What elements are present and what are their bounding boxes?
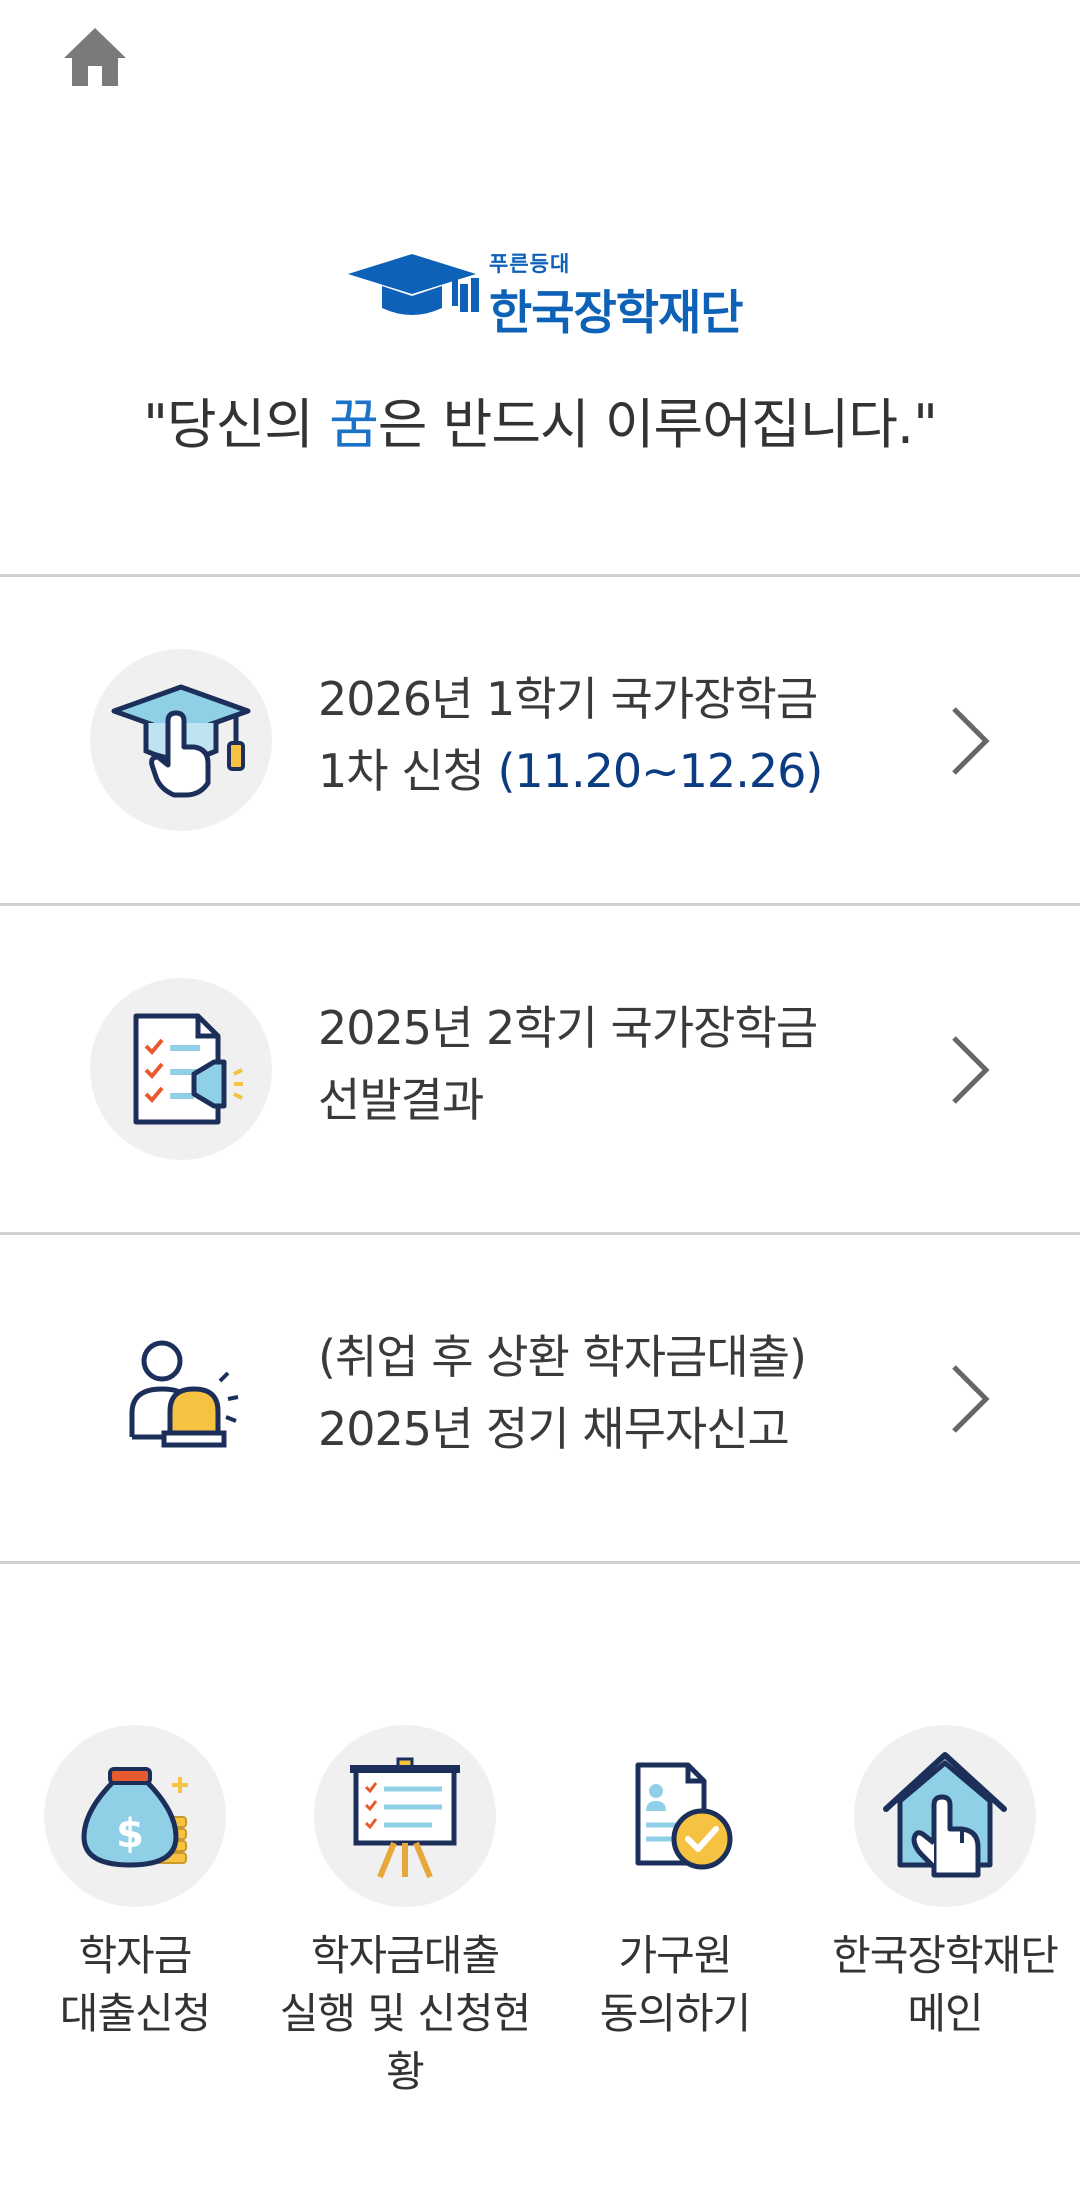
money-bag-icon: $ — [81, 1767, 188, 1868]
application-period: (11.20~12.26) — [497, 744, 823, 798]
quick-label-line: 동의하기 — [599, 1989, 752, 2038]
quick-label-line: 메인 — [907, 1989, 983, 2038]
chevron-right-icon — [952, 707, 990, 775]
chevron-right-icon — [952, 1036, 990, 1104]
menu-national-scholarship-apply[interactable]: 2026년 1학기 국가장학금 1차 신청 (11.20~12.26) — [0, 577, 1080, 903]
quick-kosaf-main[interactable]: 한국장학재단 메인 — [810, 1725, 1080, 2125]
home-icon — [64, 28, 126, 86]
quick-loan-status[interactable]: 학자금대출 실행 및 신청현 황 — [270, 1725, 540, 2125]
menu-debtor-report[interactable]: (취업 후 상환 학자금대출) 2025년 정기 채무자신고 — [0, 1235, 1080, 1561]
quick-loan-application[interactable]: $ 학자금 대출신청 — [0, 1725, 270, 2125]
menu-selection-results[interactable]: 2025년 2학기 국가장학금 선발결과 — [0, 906, 1080, 1232]
menu-text: 2025년 2학기 국가장학금 선발결과 — [318, 992, 818, 1136]
logo-title: 한국장학재단 — [489, 286, 743, 341]
row-icon-circle — [90, 649, 272, 831]
quick-label-line: 한국장학재단 — [832, 1931, 1059, 1980]
slogan-open: "당신의 — [143, 393, 330, 456]
quick-label: 학자금대출 실행 및 신청현 황 — [270, 1927, 540, 2101]
quick-label-line: 실행 및 신청현 — [279, 1989, 532, 2038]
graduation-cap-hand-icon — [111, 684, 251, 798]
quick-household-consent[interactable]: 가구원 동의하기 — [540, 1725, 810, 2125]
menu-line2: 선발결과 — [318, 1073, 484, 1127]
document-check-icon — [635, 1762, 733, 1870]
graduation-cap-logo — [348, 254, 479, 315]
quick-icon-circle — [314, 1725, 496, 1907]
quick-label-line: 학자금 — [78, 1931, 193, 1980]
quick-label-line: 황 — [386, 2047, 425, 2096]
slogan-rest: 은 반드시 이루어집니다." — [377, 393, 938, 456]
menu-line2: 1차 신청 (11.20~12.26) — [318, 735, 823, 807]
slogan-highlight: 꿈 — [329, 393, 379, 456]
quick-label-line: 대출신청 — [59, 1989, 212, 2038]
house-hand-icon — [883, 1752, 1007, 1878]
menu-line1: 2026년 1학기 국가장학금 — [318, 672, 818, 726]
quick-icon-circle: $ — [44, 1725, 226, 1907]
kosaf-logo: 푸른등대 한국장학재단 — [344, 248, 744, 341]
presentation-board-icon — [350, 1757, 460, 1879]
menu-line1: 2025년 2학기 국가장학금 — [318, 1001, 818, 1055]
divider — [0, 1561, 1080, 1564]
quick-label-line: 학자금대출 — [310, 1931, 500, 1980]
row-icon-circle — [90, 978, 272, 1160]
menu-text: (취업 후 상환 학자금대출) 2025년 정기 채무자신고 — [318, 1321, 807, 1465]
quick-icon-circle — [854, 1725, 1036, 1907]
menu-line1: (취업 후 상환 학자금대출) — [318, 1330, 807, 1384]
home-button[interactable] — [62, 26, 128, 88]
quick-label: 학자금 대출신청 — [0, 1927, 270, 2043]
person-alarm-icon — [129, 1340, 239, 1448]
row-icon-circle — [90, 1307, 272, 1489]
menu-line2: 2025년 정기 채무자신고 — [318, 1402, 790, 1456]
svg-text:$: $ — [116, 1811, 144, 1857]
quick-label: 가구원 동의하기 — [540, 1927, 810, 2043]
chevron-right-icon — [952, 1365, 990, 1433]
menu-line2-prefix: 1차 신청 — [318, 744, 498, 798]
quick-icon-circle — [584, 1725, 766, 1907]
quick-label: 한국장학재단 메인 — [810, 1927, 1080, 2043]
document-megaphone-icon — [133, 1013, 243, 1125]
quick-label-line: 가구원 — [618, 1931, 733, 1980]
menu-text: 2026년 1학기 국가장학금 1차 신청 (11.20~12.26) — [318, 663, 823, 807]
slogan: "당신의 꿈은 반드시 이루어집니다." — [0, 380, 1080, 459]
